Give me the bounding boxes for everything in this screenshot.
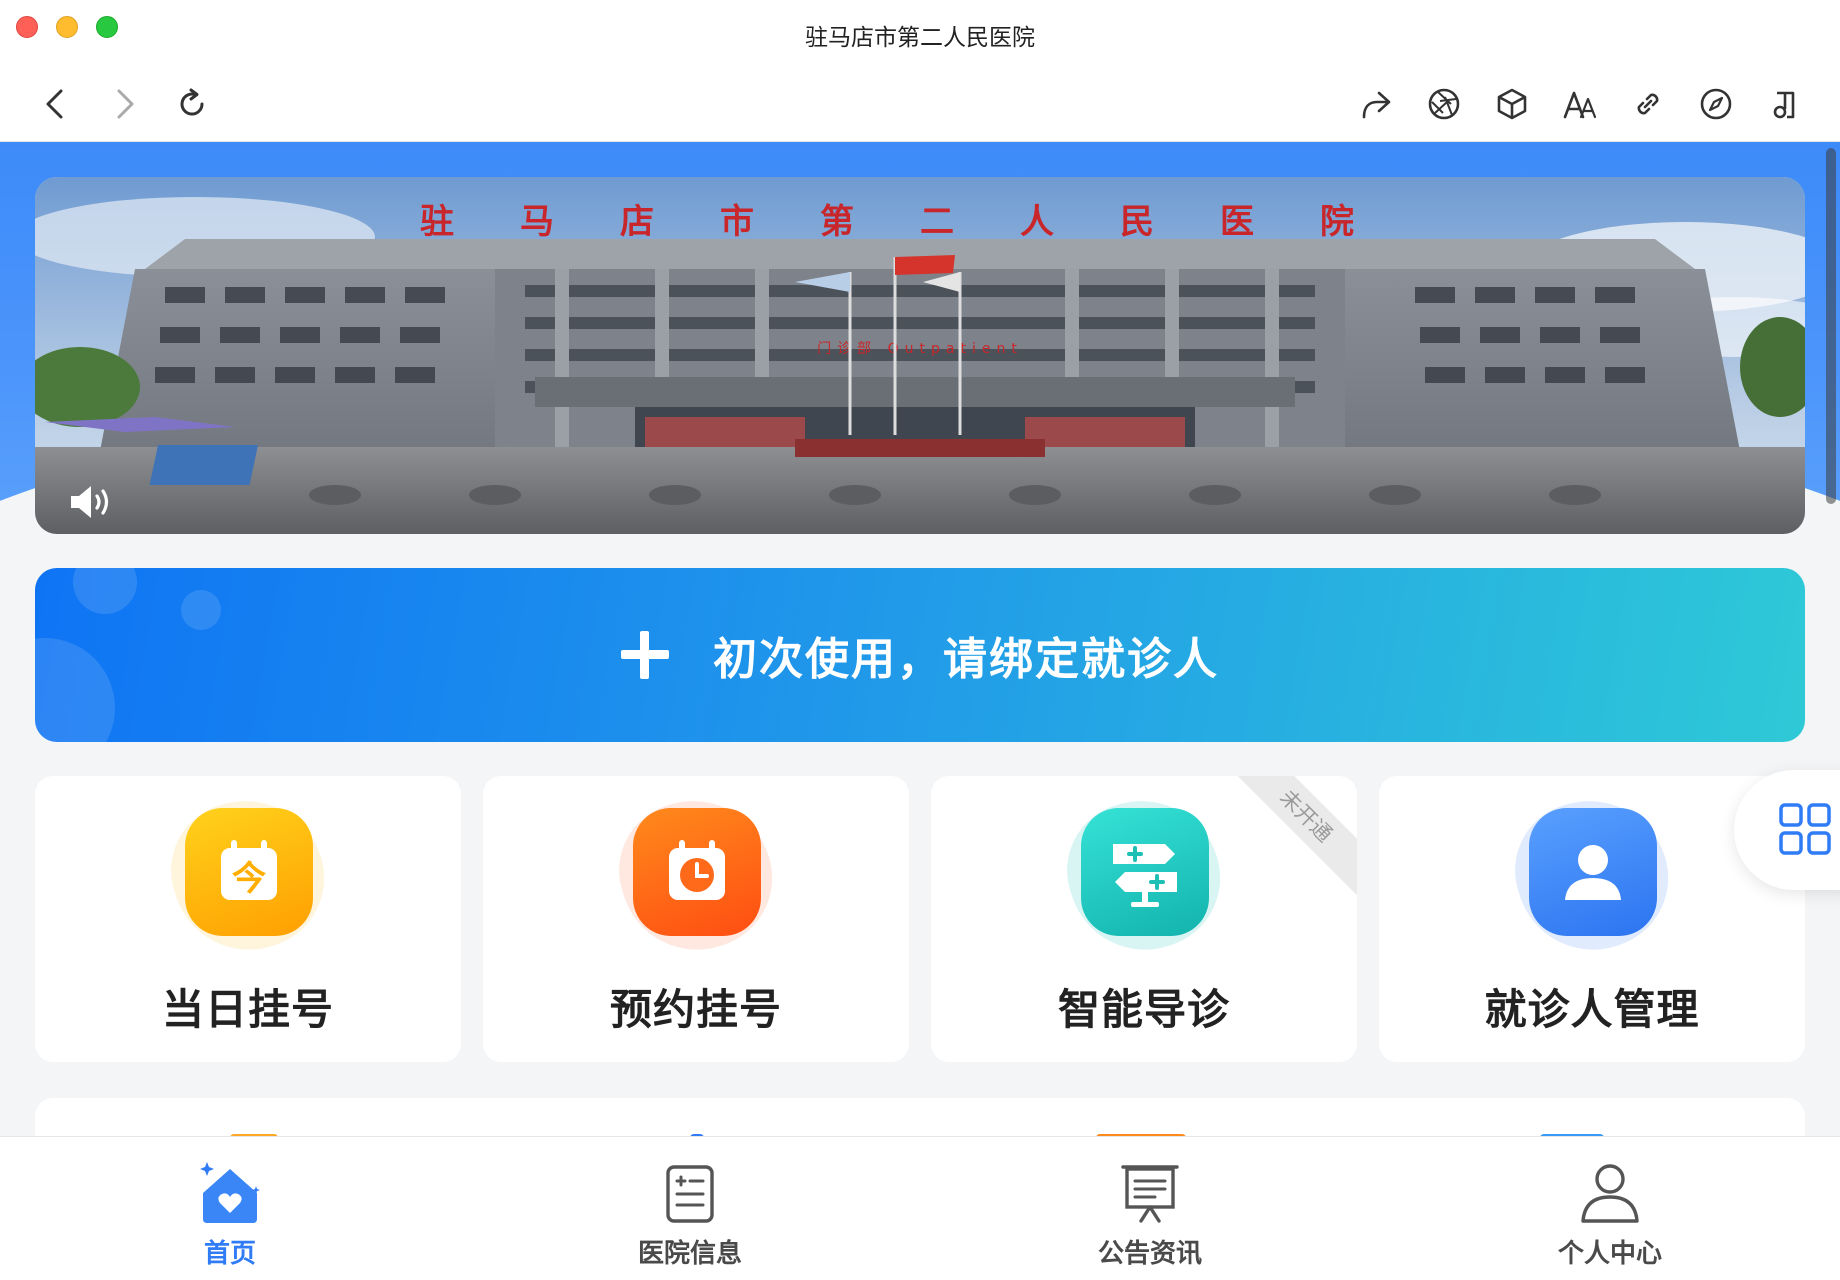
share-button[interactable] (1352, 80, 1400, 128)
compass-button[interactable] (1692, 80, 1740, 128)
scrollbar[interactable] (1826, 148, 1836, 504)
aperture-icon (1428, 88, 1460, 120)
tab-hospital-info-label: 医院信息 (637, 1239, 742, 1269)
tab-home-label: 首页 (203, 1239, 256, 1269)
music-button[interactable] (1760, 80, 1808, 128)
tab-hospital-info[interactable]: 医院信息 (460, 1137, 920, 1280)
appointment-registration-label: 预约挂号 (609, 985, 782, 1034)
home-heart-icon (195, 1159, 265, 1225)
reload-button[interactable] (168, 80, 216, 128)
tab-home[interactable]: 首页 (0, 1137, 460, 1280)
window-titlebar: 驻马店市第二人民医院 (0, 0, 1840, 66)
hospital-building-image: 驻马店市第二人民医院 门诊部 Outpatient (35, 177, 1805, 534)
music-note-icon (1773, 91, 1795, 119)
person-icon (1529, 808, 1657, 936)
tab-profile-label: 个人中心 (1557, 1239, 1662, 1269)
hospital-info-icon (655, 1159, 725, 1225)
bind-patient-label: 初次使用，请绑定就诊人 (713, 634, 1219, 685)
announcement-board-icon (1115, 1159, 1185, 1225)
compass-icon (1700, 88, 1732, 120)
aperture-button[interactable] (1420, 80, 1468, 128)
chevron-right-icon (117, 89, 134, 119)
browser-toolbar (0, 66, 1840, 142)
grid-icon (1779, 803, 1831, 855)
signpost-icon (1081, 808, 1209, 936)
today-registration-card[interactable]: 今 当日挂号 (35, 776, 461, 1062)
link-icon (1637, 93, 1659, 115)
link-button[interactable] (1624, 80, 1672, 128)
more-services-card[interactable] (35, 1098, 1805, 1136)
appointment-registration-card[interactable]: 预约挂号 (483, 776, 909, 1062)
decorative-bubble (73, 568, 137, 614)
cube-button[interactable] (1488, 80, 1536, 128)
forward-button[interactable] (100, 80, 148, 128)
back-button[interactable] (32, 80, 80, 128)
hospital-banner[interactable]: 驻马店市第二人民医院 门诊部 Outpatient (35, 177, 1805, 534)
main-content[interactable]: 驻马店市第二人民医院 门诊部 Outpatient 初次使用，请绑定就诊人 今 … (0, 142, 1840, 1136)
svg-text:今: 今 (232, 859, 266, 899)
chevron-left-icon (46, 89, 63, 119)
share-icon (1362, 91, 1391, 119)
text-size-icon (1563, 91, 1597, 119)
tab-announcements[interactable]: 公告资讯 (920, 1137, 1380, 1280)
text-size-button[interactable] (1556, 80, 1604, 128)
today-registration-label: 当日挂号 (161, 985, 334, 1034)
smart-triage-label: 智能导诊 (1057, 985, 1230, 1034)
window-title: 驻马店市第二人民医院 (805, 25, 1035, 51)
tab-announcements-label: 公告资讯 (1097, 1239, 1202, 1269)
user-profile-icon (1575, 1159, 1645, 1225)
not-enabled-ribbon: 未开通 (1224, 776, 1357, 898)
smart-triage-card[interactable]: 未开通 智能导诊 (931, 776, 1357, 1062)
volume-button[interactable] (67, 482, 119, 522)
banner-sub-sign: 门诊部 Outpatient (817, 341, 1023, 357)
bind-patient-card[interactable]: 初次使用，请绑定就诊人 (35, 568, 1805, 742)
calendar-clock-icon (633, 808, 761, 936)
bottom-tab-bar: 首页 医院信息 公告资讯 个人中心 (0, 1136, 1840, 1280)
decorative-bubble (35, 638, 115, 742)
speaker-icon (71, 486, 109, 518)
banner-sign: 驻马店市第二人民医院 (420, 202, 1420, 242)
decorative-bubble (181, 590, 221, 630)
plus-icon (621, 631, 669, 679)
cube-icon (1497, 88, 1527, 120)
patient-management-label: 就诊人管理 (1484, 985, 1700, 1034)
today-calendar-icon: 今 (185, 808, 313, 936)
tab-profile[interactable]: 个人中心 (1380, 1137, 1840, 1280)
reload-icon (180, 88, 204, 116)
